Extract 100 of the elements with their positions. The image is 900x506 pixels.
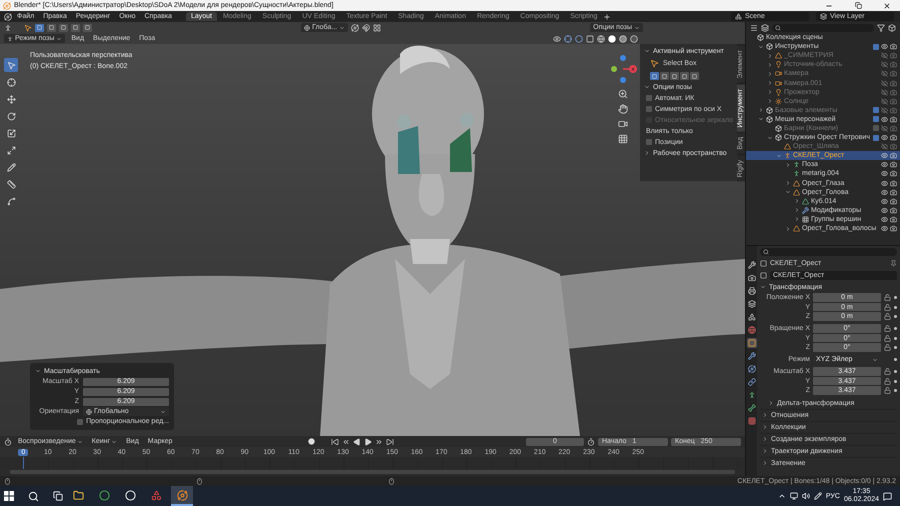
- properties-tab[interactable]: [746, 364, 756, 374]
- eye-icon[interactable]: [881, 161, 888, 168]
- chevron-up-icon[interactable]: [778, 492, 786, 500]
- tool-mode-button[interactable]: [680, 72, 689, 80]
- select-mode-button[interactable]: [47, 24, 56, 32]
- zoom-icon[interactable]: [618, 89, 628, 99]
- tool-mode-button[interactable]: [650, 72, 659, 80]
- hidden-eye-icon[interactable]: [881, 98, 888, 105]
- add-icon[interactable]: [603, 12, 612, 20]
- unlock-icon[interactable]: [884, 378, 891, 384]
- checkbox[interactable]: [646, 106, 652, 112]
- properties-tab[interactable]: [746, 299, 756, 309]
- search-icon[interactable]: [28, 490, 39, 502]
- play-icon[interactable]: [364, 438, 372, 446]
- properties-tab[interactable]: [746, 390, 756, 400]
- search-field[interactable]: [772, 24, 874, 32]
- pointer-icon[interactable]: [24, 24, 32, 32]
- eye-icon[interactable]: [881, 170, 888, 178]
- eye-icon[interactable]: [881, 134, 888, 142]
- overlay-icon[interactable]: [575, 34, 583, 42]
- figure-icon[interactable]: [4, 24, 12, 32]
- keyframe-dot-icon[interactable]: [894, 358, 897, 361]
- pin-icon[interactable]: [890, 260, 897, 267]
- eye-icon[interactable]: [881, 43, 888, 50]
- previous-keyframe-icon[interactable]: [342, 438, 350, 446]
- unlock-icon[interactable]: [884, 334, 891, 342]
- keyframe-dot-icon[interactable]: [894, 296, 897, 299]
- properties-tab[interactable]: [746, 260, 756, 270]
- search-field[interactable]: [760, 248, 897, 256]
- keyframe-dot-icon[interactable]: [894, 389, 897, 392]
- select-mode-button[interactable]: [83, 24, 92, 32]
- keyframe-dot-icon[interactable]: [894, 346, 897, 349]
- eye-icon[interactable]: [881, 116, 888, 123]
- select-mode-button[interactable]: [35, 24, 44, 32]
- select-mode-button[interactable]: [59, 24, 68, 32]
- hidden-eye-icon[interactable]: [881, 80, 888, 87]
- keyframe-dot-icon[interactable]: [894, 336, 897, 340]
- solid-sphere-icon[interactable]: [608, 34, 616, 42]
- hand-icon[interactable]: [618, 104, 628, 114]
- windows-logo-icon[interactable]: [4, 491, 14, 501]
- editor-type-icon[interactable]: [4, 438, 12, 446]
- select-mode-button[interactable]: [71, 24, 80, 32]
- checkbox[interactable]: [646, 139, 652, 145]
- grid-icon[interactable]: [618, 134, 628, 144]
- keyframe-dot-icon[interactable]: [894, 315, 897, 318]
- properties-tab[interactable]: [746, 273, 756, 283]
- properties-tab[interactable]: [746, 312, 756, 322]
- notification-icon[interactable]: [883, 492, 892, 500]
- checkbox[interactable]: [873, 125, 879, 132]
- tool-mode-button[interactable]: [670, 72, 679, 80]
- properties-tab[interactable]: [746, 338, 756, 348]
- record-icon[interactable]: [308, 438, 315, 445]
- jump-start-icon[interactable]: [330, 438, 339, 446]
- square-icon[interactable]: [760, 272, 767, 279]
- eye-icon[interactable]: [881, 225, 888, 232]
- jump-end-icon[interactable]: [386, 438, 394, 446]
- hidden-eye-icon[interactable]: [881, 70, 888, 78]
- unlock-icon[interactable]: [884, 294, 891, 301]
- checkbox[interactable]: [873, 134, 879, 141]
- checkbox[interactable]: [873, 116, 879, 122]
- eye-icon[interactable]: [881, 188, 888, 196]
- monitor-icon[interactable]: [790, 492, 798, 500]
- properties-tab[interactable]: [746, 286, 756, 296]
- wireframe-icon[interactable]: [597, 34, 605, 42]
- play-reverse-icon[interactable]: [352, 438, 361, 446]
- unlock-icon[interactable]: [884, 325, 891, 332]
- unlock-icon[interactable]: [884, 368, 891, 375]
- tool-mode-button[interactable]: [660, 72, 669, 80]
- eye-icon[interactable]: [881, 206, 888, 214]
- pen-icon[interactable]: [814, 492, 822, 500]
- properties-tab[interactable]: [746, 325, 756, 335]
- task-view-icon[interactable]: [53, 491, 63, 501]
- next-keyframe-icon[interactable]: [374, 438, 383, 446]
- grid-icon[interactable]: [373, 24, 382, 32]
- magnet-icon[interactable]: [362, 24, 370, 32]
- keyframe-dot-icon[interactable]: [894, 370, 897, 373]
- stopwatch-icon[interactable]: [587, 438, 595, 446]
- unlock-icon[interactable]: [884, 387, 891, 394]
- tool-mode-button[interactable]: [690, 72, 699, 80]
- camera-icon[interactable]: [618, 119, 628, 129]
- properties-tab[interactable]: [746, 403, 756, 413]
- eye-icon[interactable]: [881, 180, 888, 187]
- eye-icon[interactable]: [881, 216, 888, 223]
- checkbox[interactable]: [77, 418, 84, 424]
- hidden-eye-icon[interactable]: [881, 61, 888, 68]
- properties-tab[interactable]: [746, 351, 756, 361]
- new-collection-icon[interactable]: [888, 24, 896, 32]
- eye-icon[interactable]: [881, 198, 888, 205]
- keyframe-dot-icon[interactable]: [894, 306, 897, 308]
- unlock-icon[interactable]: [884, 313, 891, 320]
- hidden-eye-icon[interactable]: [881, 88, 888, 96]
- material-sphere-icon[interactable]: [619, 34, 627, 42]
- eye-icon[interactable]: [881, 152, 888, 160]
- keyframe-dot-icon[interactable]: [894, 380, 897, 382]
- app-logo-icon[interactable]: [4, 12, 12, 20]
- checkbox[interactable]: [873, 107, 879, 114]
- unlock-icon[interactable]: [884, 344, 891, 351]
- unlock-icon[interactable]: [884, 304, 891, 310]
- editor-type-icon[interactable]: [750, 24, 758, 32]
- display-mode-icon[interactable]: [761, 24, 769, 32]
